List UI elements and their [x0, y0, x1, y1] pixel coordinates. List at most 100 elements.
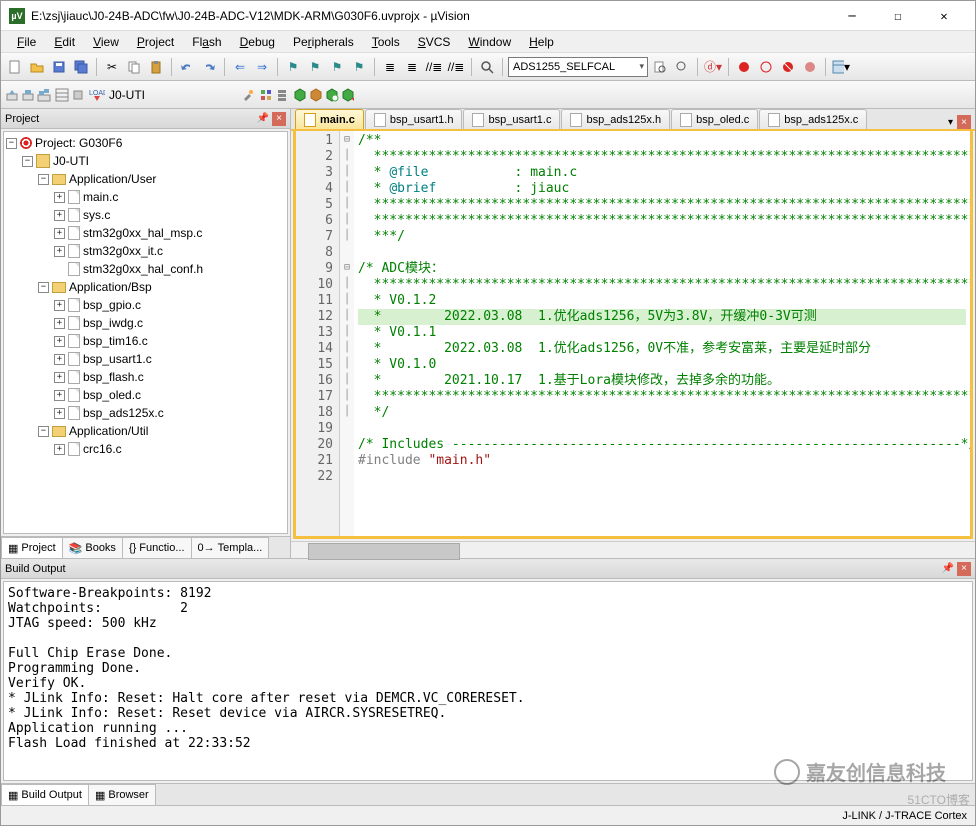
manage-multi-icon[interactable]: [275, 88, 289, 102]
menu-edit[interactable]: Edit: [46, 33, 83, 51]
translate-icon[interactable]: [5, 88, 19, 102]
tab-project[interactable]: ▦Project: [1, 537, 63, 558]
menu-tools[interactable]: Tools: [364, 33, 408, 51]
tree-file[interactable]: bsp_flash.c: [83, 370, 144, 384]
comment-icon[interactable]: //≣: [424, 57, 444, 77]
code-area[interactable]: /** ************************************…: [354, 131, 970, 536]
tree-file[interactable]: sys.c: [83, 208, 110, 222]
rte-icon[interactable]: [309, 88, 323, 102]
editor-tab-main[interactable]: main.c: [295, 109, 364, 129]
expand-icon[interactable]: +: [54, 318, 65, 329]
tree-root[interactable]: Project: G030F6: [35, 136, 122, 150]
stop-build-icon[interactable]: [71, 88, 85, 102]
uncomment-icon[interactable]: //≣: [446, 57, 466, 77]
bookmark-next-icon[interactable]: ⚑: [327, 57, 347, 77]
tree-file[interactable]: bsp_usart1.c: [83, 352, 152, 366]
incremental-find-icon[interactable]: [672, 57, 692, 77]
build-output-body[interactable]: Software-Breakpoints: 8192 Watchpoints: …: [3, 581, 973, 781]
menu-project[interactable]: Project: [129, 33, 182, 51]
fold-column[interactable]: ⊟││││││⊟│││││││││: [340, 131, 354, 536]
tree-file[interactable]: crc16.c: [83, 442, 122, 456]
expand-icon[interactable]: −: [38, 174, 49, 185]
pin-icon[interactable]: 📌: [256, 112, 270, 126]
expand-icon[interactable]: −: [38, 282, 49, 293]
nav-back-icon[interactable]: ⇐: [230, 57, 250, 77]
nav-fwd-icon[interactable]: ⇒: [252, 57, 272, 77]
maximize-button[interactable]: ☐: [875, 1, 921, 31]
tree-file[interactable]: stm32g0xx_it.c: [83, 244, 163, 258]
expand-icon[interactable]: +: [54, 192, 65, 203]
editor-tab[interactable]: bsp_usart1.c: [463, 109, 560, 129]
tree-file[interactable]: main.c: [83, 190, 118, 204]
find-in-files-icon[interactable]: [650, 57, 670, 77]
tab-dropdown-icon[interactable]: ▾: [946, 117, 955, 128]
tab-browser[interactable]: ▦Browser: [88, 784, 156, 805]
tab-books[interactable]: 📚Books: [62, 537, 123, 558]
copy-icon[interactable]: [124, 57, 144, 77]
expand-icon[interactable]: +: [54, 390, 65, 401]
tree-group[interactable]: Application/Util: [69, 424, 148, 438]
open-file-icon[interactable]: [27, 57, 47, 77]
outdent-icon[interactable]: ≣: [402, 57, 422, 77]
bookmark-prev-icon[interactable]: ⚑: [305, 57, 325, 77]
tree-target[interactable]: J0-UTI: [53, 154, 89, 168]
breakpoint-icon[interactable]: [734, 57, 754, 77]
panel-close-icon[interactable]: ×: [957, 562, 971, 576]
expand-icon[interactable]: +: [54, 210, 65, 221]
expand-icon[interactable]: −: [22, 156, 33, 167]
close-button[interactable]: ✕: [921, 1, 967, 31]
tree-file[interactable]: stm32g0xx_hal_msp.c: [83, 226, 202, 240]
tree-file[interactable]: bsp_oled.c: [83, 388, 141, 402]
rebuild-icon[interactable]: [37, 88, 51, 102]
debug-icon[interactable]: ⓓ▾: [703, 57, 723, 77]
options-icon[interactable]: [241, 88, 255, 102]
indent-icon[interactable]: ≣: [380, 57, 400, 77]
code-editor[interactable]: 12345678910111213141516171819202122 ⊟│││…: [293, 131, 973, 539]
tab-build-output[interactable]: ▦Build Output: [1, 784, 89, 805]
breakpoint-disable-icon[interactable]: [756, 57, 776, 77]
select-packs-icon[interactable]: [325, 88, 339, 102]
tree-group[interactable]: Application/Bsp: [69, 280, 152, 294]
pack-installer-icon[interactable]: [293, 88, 307, 102]
bookmark-clear-icon[interactable]: ⚑: [349, 57, 369, 77]
download-icon[interactable]: LOAD: [89, 88, 105, 102]
tree-file[interactable]: bsp_gpio.c: [83, 298, 141, 312]
menu-window[interactable]: Window: [460, 33, 519, 51]
reload-packs-icon[interactable]: [341, 88, 355, 102]
menu-help[interactable]: Help: [521, 33, 562, 51]
cut-icon[interactable]: ✂: [102, 57, 122, 77]
find-combo[interactable]: ADS1255_SELFCAL: [508, 57, 648, 77]
menu-flash[interactable]: Flash: [184, 33, 229, 51]
manage-project-icon[interactable]: [259, 88, 273, 102]
tab-functions[interactable]: {}Functio...: [122, 537, 192, 558]
tree-file[interactable]: bsp_ads125x.c: [83, 406, 164, 420]
expand-icon[interactable]: +: [54, 354, 65, 365]
expand-icon[interactable]: +: [54, 300, 65, 311]
tree-group[interactable]: Application/User: [69, 172, 156, 186]
tree-file[interactable]: bsp_iwdg.c: [83, 316, 143, 330]
breakpoint-enable-icon[interactable]: [800, 57, 820, 77]
menu-view[interactable]: View: [85, 33, 127, 51]
expand-icon[interactable]: +: [54, 336, 65, 347]
menu-peripherals[interactable]: Peripherals: [285, 33, 362, 51]
batch-build-icon[interactable]: [55, 88, 69, 102]
expand-icon[interactable]: −: [6, 138, 17, 149]
pin-icon[interactable]: 📌: [941, 562, 955, 576]
expand-icon[interactable]: +: [54, 246, 65, 257]
find-icon[interactable]: [477, 57, 497, 77]
target-combo[interactable]: J0-UTI: [109, 88, 239, 102]
undo-icon[interactable]: [177, 57, 197, 77]
tab-close-icon[interactable]: ×: [957, 115, 971, 129]
redo-icon[interactable]: [199, 57, 219, 77]
build-icon[interactable]: [21, 88, 35, 102]
expand-icon[interactable]: +: [54, 372, 65, 383]
save-all-icon[interactable]: [71, 57, 91, 77]
window-layout-icon[interactable]: ▾: [831, 57, 851, 77]
tree-file[interactable]: bsp_tim16.c: [83, 334, 148, 348]
paste-icon[interactable]: [146, 57, 166, 77]
editor-tab[interactable]: bsp_oled.c: [671, 109, 758, 129]
panel-close-icon[interactable]: ×: [272, 112, 286, 126]
menu-debug[interactable]: Debug: [232, 33, 283, 51]
tree-file[interactable]: stm32g0xx_hal_conf.h: [83, 262, 203, 276]
bookmark-icon[interactable]: ⚑: [283, 57, 303, 77]
